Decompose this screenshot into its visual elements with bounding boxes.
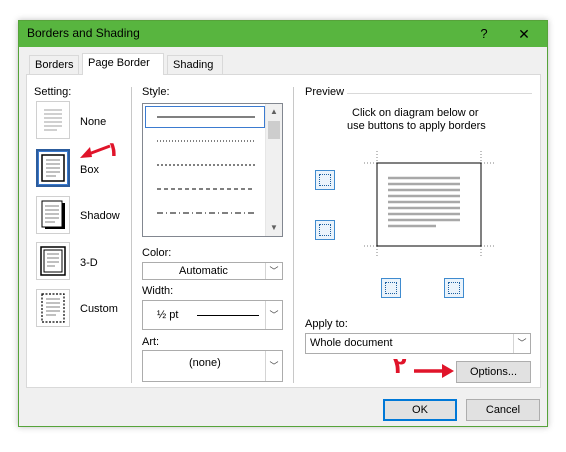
tab-borders[interactable]: Borders [29,55,79,75]
preview-instruction-2: use buttons to apply borders [347,120,486,132]
column-divider [293,87,294,383]
title-bar[interactable]: Borders and Shading ? ✕ [19,21,547,47]
setting-custom-label[interactable]: Custom [80,303,118,315]
art-value: (none) [189,357,221,369]
width-sample-line [197,315,259,316]
setting-shadow-label[interactable]: Shadow [80,210,120,222]
left-border-button[interactable] [381,278,401,298]
style-listbox[interactable]: ▲ ▼ [142,103,283,237]
setting-3d-icon[interactable] [36,242,70,280]
chevron-down-icon[interactable]: ﹀ [265,351,282,381]
setting-none-icon[interactable] [36,101,70,139]
setting-custom-icon[interactable] [36,289,70,327]
tab-page-border[interactable]: Page Border [82,53,164,75]
art-dropdown[interactable]: (none) ﹀ [142,350,283,382]
ok-button[interactable]: OK [383,399,457,421]
column-divider [131,87,132,383]
apply-to-value: Whole document [310,337,393,349]
setting-box-icon[interactable] [36,149,70,187]
preview-diagram[interactable] [364,151,494,256]
tab-shading-label: Shading [173,59,214,71]
width-dropdown[interactable]: ½ pt ﹀ [142,300,283,330]
preview-label: Preview [305,86,345,98]
borders-shading-dialog: Borders and Shading ? ✕ Borders Page Bor… [18,20,548,427]
chevron-down-icon[interactable]: ﹀ [265,301,282,329]
right-border-button[interactable] [444,278,464,298]
tab-page-border-label: Page Border [88,57,150,69]
cancel-button[interactable]: Cancel [466,399,540,421]
apply-to-dropdown[interactable]: Whole document ﹀ [305,333,531,354]
tab-shading[interactable]: Shading [167,55,223,75]
width-label: Width: [142,285,174,297]
setting-label: Setting: [34,86,72,98]
tab-borders-label: Borders [35,59,74,71]
setting-shadow-icon[interactable] [36,196,70,234]
chevron-down-icon[interactable]: ﹀ [265,263,282,279]
setting-none-label[interactable]: None [80,116,106,128]
help-button[interactable]: ? [474,24,494,44]
width-value: ½ pt [157,309,179,321]
close-button[interactable]: ✕ [514,24,534,44]
chevron-down-icon[interactable]: ﹀ [513,334,530,353]
style-label: Style: [142,86,170,98]
style-scrollbar[interactable]: ▲ ▼ [265,104,282,236]
scroll-thumb[interactable] [268,121,280,139]
preview-instruction-1: Click on diagram below or [352,107,479,119]
top-border-button[interactable] [315,170,335,190]
color-dropdown[interactable]: Automatic ﹀ [142,262,283,280]
annotation-arrow-1-icon [80,144,111,158]
scroll-down-icon[interactable]: ▼ [266,220,282,236]
setting-3d-label[interactable]: 3-D [80,257,98,269]
annotation-number-2: ۲ [393,354,407,379]
art-label: Art: [142,336,160,348]
annotation-arrow-2-icon [414,364,454,378]
dialog-title: Borders and Shading [27,26,140,40]
setting-box-label[interactable]: Box [80,164,99,176]
preview-rule [347,93,532,94]
color-value: Automatic [179,265,228,277]
scroll-up-icon[interactable]: ▲ [266,104,282,120]
color-label: Color: [142,247,172,259]
line-style-samples[interactable] [143,104,266,234]
apply-to-label: Apply to: [305,318,348,330]
options-button[interactable]: Options... [456,361,531,383]
bottom-border-button[interactable] [315,220,335,240]
